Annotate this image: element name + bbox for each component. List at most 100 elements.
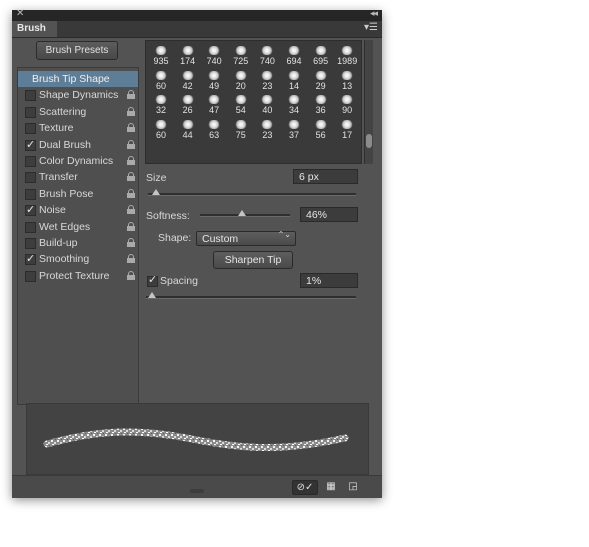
option-checkbox[interactable]: ✓: [25, 253, 36, 266]
softness-slider-thumb[interactable]: [237, 210, 246, 216]
brush-tip-cell[interactable]: 23: [254, 117, 280, 141]
brush-option-wet-edges[interactable]: Wet Edges: [18, 219, 138, 235]
brush-tip-cell[interactable]: 42: [175, 68, 201, 92]
brush-panel: ✕ ◂◂ Brush ▾☰ Brush Presets Brush Tip Sh…: [12, 8, 382, 498]
brush-tip-cell[interactable]: 725: [228, 43, 254, 67]
lock-icon[interactable]: [127, 238, 135, 247]
option-checkbox[interactable]: [25, 90, 36, 102]
create-from-preview-icon[interactable]: ▦: [324, 480, 338, 493]
brush-tip-size: 740: [206, 56, 222, 66]
brush-tip-cell[interactable]: 935: [148, 43, 174, 67]
lock-icon[interactable]: [127, 270, 135, 280]
brush-tip-cell[interactable]: 37: [281, 117, 307, 141]
option-checkbox[interactable]: [25, 270, 36, 282]
resize-grip[interactable]: [190, 489, 204, 493]
brush-tip-thumbnail: [261, 95, 274, 104]
brush-option-dual-brush[interactable]: ✓ Dual Brush: [18, 137, 138, 153]
lock-icon[interactable]: [127, 106, 135, 116]
brush-tip-scrollbar[interactable]: [364, 40, 373, 164]
lock-icon[interactable]: [127, 205, 135, 215]
brush-tip-cell[interactable]: 32: [148, 92, 174, 116]
tab-brush[interactable]: Brush: [12, 21, 57, 37]
brush-tip-cell[interactable]: 60: [148, 117, 174, 141]
spacing-field[interactable]: 1%: [300, 273, 358, 288]
option-checkbox[interactable]: ✓: [25, 204, 36, 217]
brush-tip-cell[interactable]: 44: [175, 117, 201, 141]
brush-option-texture[interactable]: Texture: [18, 120, 138, 136]
brush-tip-cell[interactable]: 40: [254, 92, 280, 116]
brush-tip-cell[interactable]: 740: [254, 43, 280, 67]
collapse-icon[interactable]: ◂◂: [370, 8, 378, 19]
brush-tip-cell[interactable]: 60: [148, 68, 174, 92]
brush-tip-cell[interactable]: 174: [175, 43, 201, 67]
lock-icon[interactable]: [127, 123, 135, 133]
brush-tip-cell[interactable]: 694: [281, 43, 307, 67]
brush-tip-cell[interactable]: 54: [228, 92, 254, 116]
brush-tip-cell[interactable]: 20: [228, 68, 254, 92]
brush-tip-cell[interactable]: 13: [334, 68, 360, 92]
brush-option-noise[interactable]: ✓ Noise: [18, 202, 138, 218]
option-checkbox[interactable]: [25, 106, 36, 118]
lock-icon[interactable]: [127, 221, 135, 231]
option-checkbox[interactable]: [25, 188, 36, 200]
brush-presets-button[interactable]: Brush Presets: [36, 41, 118, 60]
softness-slider[interactable]: [200, 210, 290, 217]
scrollbar-thumb[interactable]: [366, 134, 372, 148]
brush-tip-thumbnail: [261, 70, 274, 80]
brush-tip-cell[interactable]: 14: [281, 68, 307, 92]
brush-option-brush-tip-shape[interactable]: Brush Tip Shape: [18, 71, 138, 87]
lock-icon[interactable]: [127, 90, 135, 100]
brush-option-protect-texture[interactable]: Protect Texture: [18, 268, 138, 284]
shape-select[interactable]: Custom ⌃⌄: [196, 231, 296, 246]
brush-option-shape-dynamics[interactable]: Shape Dynamics: [18, 87, 138, 103]
brush-option-color-dynamics[interactable]: Color Dynamics: [18, 153, 138, 169]
spacing-slider[interactable]: [146, 292, 356, 299]
sharpen-tip-button[interactable]: Sharpen Tip: [213, 251, 293, 269]
option-label: Brush Pose: [39, 187, 94, 200]
lock-icon[interactable]: [127, 254, 135, 264]
brush-tip-cell[interactable]: 26: [175, 92, 201, 116]
option-checkbox[interactable]: ✓: [25, 139, 36, 151]
size-slider[interactable]: [148, 189, 356, 196]
brush-tip-cell[interactable]: 56: [308, 117, 334, 141]
brush-tip-cell[interactable]: 695: [308, 43, 334, 67]
option-checkbox[interactable]: [25, 156, 36, 167]
spacing-slider-thumb[interactable]: [148, 292, 157, 298]
brush-tip-cell[interactable]: 740: [201, 43, 227, 67]
brush-option-brush-pose[interactable]: Brush Pose: [18, 186, 138, 202]
brush-tip-cell[interactable]: 1989: [334, 43, 360, 67]
new-brush-icon[interactable]: ◲: [346, 480, 360, 493]
brush-tip-cell[interactable]: 75: [228, 117, 254, 141]
size-slider-thumb[interactable]: [152, 189, 160, 195]
brush-tip-cell[interactable]: 29: [308, 68, 334, 92]
brush-tip-cell[interactable]: 90: [334, 92, 360, 116]
brush-tip-cell[interactable]: 36: [308, 92, 334, 116]
brush-tip-size: 60: [155, 80, 166, 91]
brush-option-build-up[interactable]: Build-up: [18, 235, 138, 251]
size-field[interactable]: 6 px: [293, 169, 358, 184]
close-icon[interactable]: ✕: [16, 8, 24, 19]
brush-tip-cell[interactable]: 23: [254, 68, 280, 92]
brush-tip-size: 54: [235, 105, 246, 115]
brush-option-smoothing[interactable]: ✓ Smoothing: [18, 251, 138, 267]
spacing-checkbox[interactable]: ✓: [147, 274, 158, 287]
lock-icon[interactable]: [127, 139, 135, 149]
lock-icon[interactable]: [127, 172, 135, 182]
panel-title-bar: ✕ ◂◂: [12, 8, 382, 21]
brush-option-scattering[interactable]: Scattering: [18, 104, 138, 120]
brush-tip-cell[interactable]: 47: [201, 92, 227, 116]
option-checkbox[interactable]: [25, 172, 36, 184]
brush-tip-cell[interactable]: 17: [334, 117, 360, 141]
lock-icon[interactable]: [127, 156, 135, 165]
brush-tip-cell[interactable]: 34: [281, 92, 307, 116]
brush-tip-cell[interactable]: 49: [201, 68, 227, 92]
option-checkbox[interactable]: [25, 123, 36, 135]
panel-menu-icon[interactable]: ▾☰: [364, 22, 378, 33]
softness-field[interactable]: 46%: [300, 207, 358, 222]
option-checkbox[interactable]: [25, 238, 36, 249]
option-checkbox[interactable]: [25, 221, 36, 233]
brush-option-transfer[interactable]: Transfer: [18, 169, 138, 185]
brush-tip-cell[interactable]: 63: [201, 117, 227, 141]
lock-icon[interactable]: [127, 188, 135, 198]
toggle-preview-icon[interactable]: ⊘✓: [292, 480, 318, 495]
